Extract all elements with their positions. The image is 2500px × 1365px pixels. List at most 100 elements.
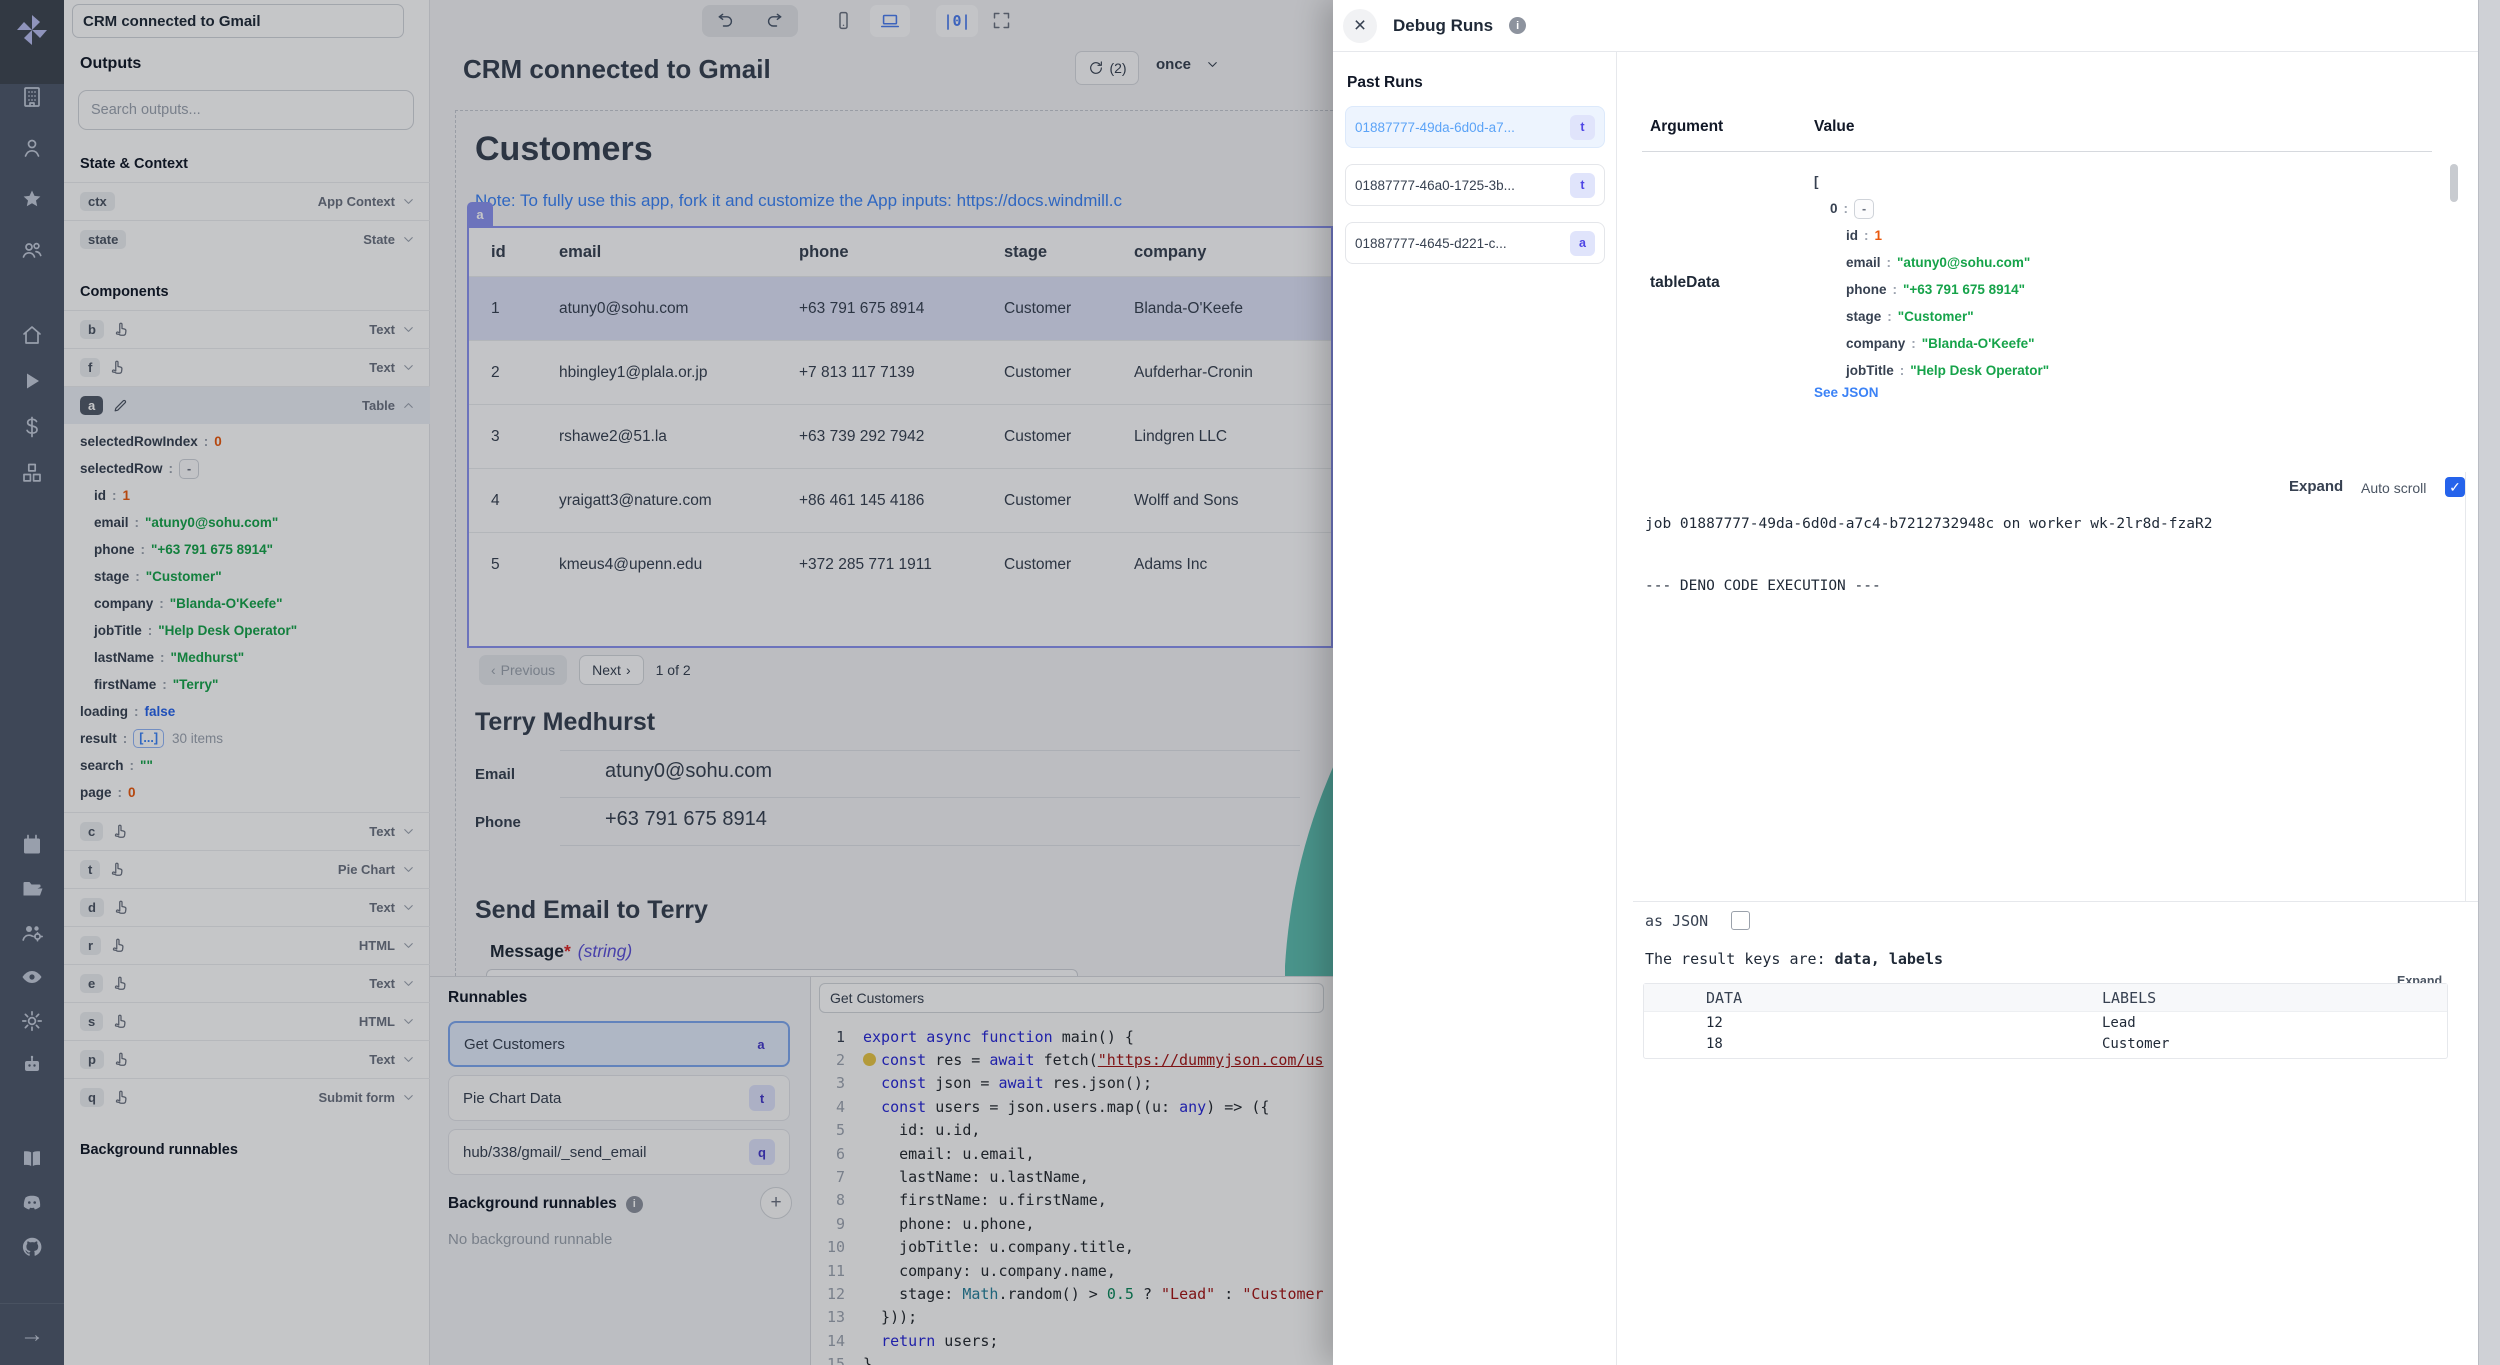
redo-button[interactable] xyxy=(763,10,785,32)
add-background-runnable-button[interactable]: + xyxy=(760,1187,792,1219)
component-row-r[interactable]: rHTML xyxy=(64,926,430,964)
code-area[interactable]: 1export async function main() {2const re… xyxy=(811,1025,1333,1365)
code-text: export async function main() { xyxy=(863,1028,1134,1046)
folder-icon[interactable] xyxy=(19,876,45,902)
windmill-logo-icon[interactable] xyxy=(14,12,50,48)
user-group-gear-icon[interactable] xyxy=(19,920,45,946)
component-id-chip: r xyxy=(80,936,101,955)
star-icon[interactable] xyxy=(19,186,45,212)
dollar-icon[interactable] xyxy=(19,414,45,440)
close-drawer-button[interactable]: × xyxy=(1343,9,1377,43)
gear-icon[interactable] xyxy=(19,1008,45,1034)
component-row-e[interactable]: eText xyxy=(64,964,430,1002)
column-header-id[interactable]: id xyxy=(491,243,559,262)
next-page-button[interactable]: Next› xyxy=(579,655,643,685)
past-runs-heading: Past Runs xyxy=(1347,74,1423,92)
component-row-q[interactable]: qSubmit form xyxy=(64,1078,430,1116)
log-expand-link[interactable]: Expand xyxy=(2289,478,2343,495)
lightbulb-icon[interactable] xyxy=(863,1053,876,1066)
auto-scroll-checkbox[interactable] xyxy=(2445,477,2465,497)
github-icon[interactable] xyxy=(19,1234,45,1260)
eye-icon[interactable] xyxy=(19,964,45,990)
component-type-label: Text xyxy=(369,976,395,991)
table-row[interactable]: 2hbingley1@plala.or.jp+7 813 117 7139Cus… xyxy=(469,340,1331,404)
building-icon[interactable] xyxy=(19,84,45,110)
app-canvas[interactable]: Customers Note: To fully use this app, f… xyxy=(430,96,1333,976)
component-row-s[interactable]: sHTML xyxy=(64,1002,430,1040)
code-token: "Customer xyxy=(1242,1285,1323,1303)
result-cell: 18 xyxy=(1644,1036,2102,1052)
runnable-item[interactable]: Get Customersa xyxy=(448,1021,790,1067)
json-value[interactable]: - xyxy=(179,459,199,479)
app-title-input[interactable] xyxy=(72,4,404,38)
play-icon[interactable] xyxy=(19,368,45,394)
drawer-scrollbar[interactable] xyxy=(2478,0,2500,1365)
component-row-b[interactable]: bText xyxy=(64,310,430,348)
component-row-f[interactable]: fText xyxy=(64,348,430,386)
user-icon[interactable] xyxy=(19,135,45,161)
fullscreen-icon[interactable] xyxy=(990,9,1012,31)
collapse-sidebar-button[interactable]: → xyxy=(0,1303,64,1365)
table-row[interactable]: 1atuny0@sohu.com+63 791 675 8914Customer… xyxy=(469,276,1331,340)
runnable-item[interactable]: hub/338/gmail/_send_emailq xyxy=(448,1129,790,1175)
home-icon[interactable] xyxy=(19,322,45,348)
past-run-item[interactable]: 01887777-46a0-1725-3b...t xyxy=(1345,164,1605,206)
component-row-d[interactable]: dText xyxy=(64,888,430,926)
team-icon[interactable] xyxy=(19,237,45,263)
center-canvas-button[interactable]: |0| xyxy=(936,5,978,37)
desktop-view-button[interactable] xyxy=(870,5,910,37)
line-number: 6 xyxy=(811,1145,845,1163)
phone-label: Phone xyxy=(475,814,521,831)
column-header-company[interactable]: company xyxy=(1134,243,1331,262)
column-header-email[interactable]: email xyxy=(559,243,799,262)
code-text: company: u.company.name, xyxy=(863,1262,1116,1280)
json-value: "Blanda-O'Keefe" xyxy=(1922,336,2035,351)
previous-page-button[interactable]: ‹Previous xyxy=(479,655,567,685)
line-number: 1 xyxy=(811,1028,845,1046)
json-value: "+63 791 675 8914" xyxy=(151,542,273,557)
state-context-heading: State & Context xyxy=(80,156,188,172)
code-text: } xyxy=(863,1355,872,1365)
component-row-p[interactable]: pText xyxy=(64,1040,430,1078)
json-value[interactable]: [...] xyxy=(133,729,164,748)
mobile-view-button[interactable] xyxy=(832,9,854,31)
column-header-stage[interactable]: stage xyxy=(1004,243,1134,262)
table-row[interactable]: 3rshawe2@51.la+63 739 292 7942CustomerLi… xyxy=(469,404,1331,468)
table-row[interactable]: 5kmeus4@upenn.edu+372 285 771 1911Custom… xyxy=(469,532,1331,596)
undo-button[interactable] xyxy=(715,10,737,32)
cubes-icon[interactable] xyxy=(19,460,45,486)
output-row-ctx[interactable]: ctxApp Context xyxy=(64,182,430,220)
column-header-phone[interactable]: phone xyxy=(799,243,1004,262)
discord-icon[interactable] xyxy=(19,1190,45,1216)
table-row[interactable]: 4yraigatt3@nature.com+86 461 145 4186Cus… xyxy=(469,468,1331,532)
customers-table[interactable]: idemailphonestagecompany 1atuny0@sohu.com… xyxy=(467,226,1333,648)
component-row-t[interactable]: tPie Chart xyxy=(64,850,430,888)
json-value: "Help Desk Operator" xyxy=(1910,363,2049,378)
search-outputs-input[interactable] xyxy=(78,90,414,130)
result-column-DATA: DATA xyxy=(1644,989,2102,1007)
calendar-icon[interactable] xyxy=(19,832,45,858)
json-row-jobTitle: jobTitle"Help Desk Operator" xyxy=(64,617,430,644)
component-row-a[interactable]: aTable xyxy=(64,386,430,424)
as-json-checkbox[interactable] xyxy=(1731,911,1750,930)
component-row-c[interactable]: cText xyxy=(64,812,430,850)
json-value[interactable]: - xyxy=(1854,199,1874,219)
json-scrollbar-thumb[interactable] xyxy=(2450,164,2458,202)
past-run-item[interactable]: 01887777-4645-d221-c...a xyxy=(1345,222,1605,264)
past-run-item[interactable]: 01887777-49da-6d0d-a7...t xyxy=(1345,106,1605,148)
runnable-item[interactable]: Pie Chart Datat xyxy=(448,1075,790,1121)
colon xyxy=(1893,282,1898,297)
json-row-lastName: lastName"Medhurst" xyxy=(64,644,430,671)
schedule-dropdown[interactable]: once xyxy=(1156,56,1220,73)
robot-icon[interactable] xyxy=(19,1052,45,1078)
selected-customer-heading: Terry Medhurst xyxy=(475,708,655,737)
book-icon[interactable] xyxy=(19,1146,45,1172)
log-scrollbar-track[interactable] xyxy=(2465,472,2466,902)
refresh-button[interactable]: (2) xyxy=(1075,51,1139,85)
see-json-link[interactable]: See JSON xyxy=(1814,385,1879,400)
output-row-state[interactable]: stateState xyxy=(64,220,430,258)
cell-email: yraigatt3@nature.com xyxy=(559,492,799,510)
colon xyxy=(162,677,167,692)
json-key: phone xyxy=(1846,282,1887,297)
editor-script-title[interactable]: Get Customers xyxy=(819,983,1324,1013)
